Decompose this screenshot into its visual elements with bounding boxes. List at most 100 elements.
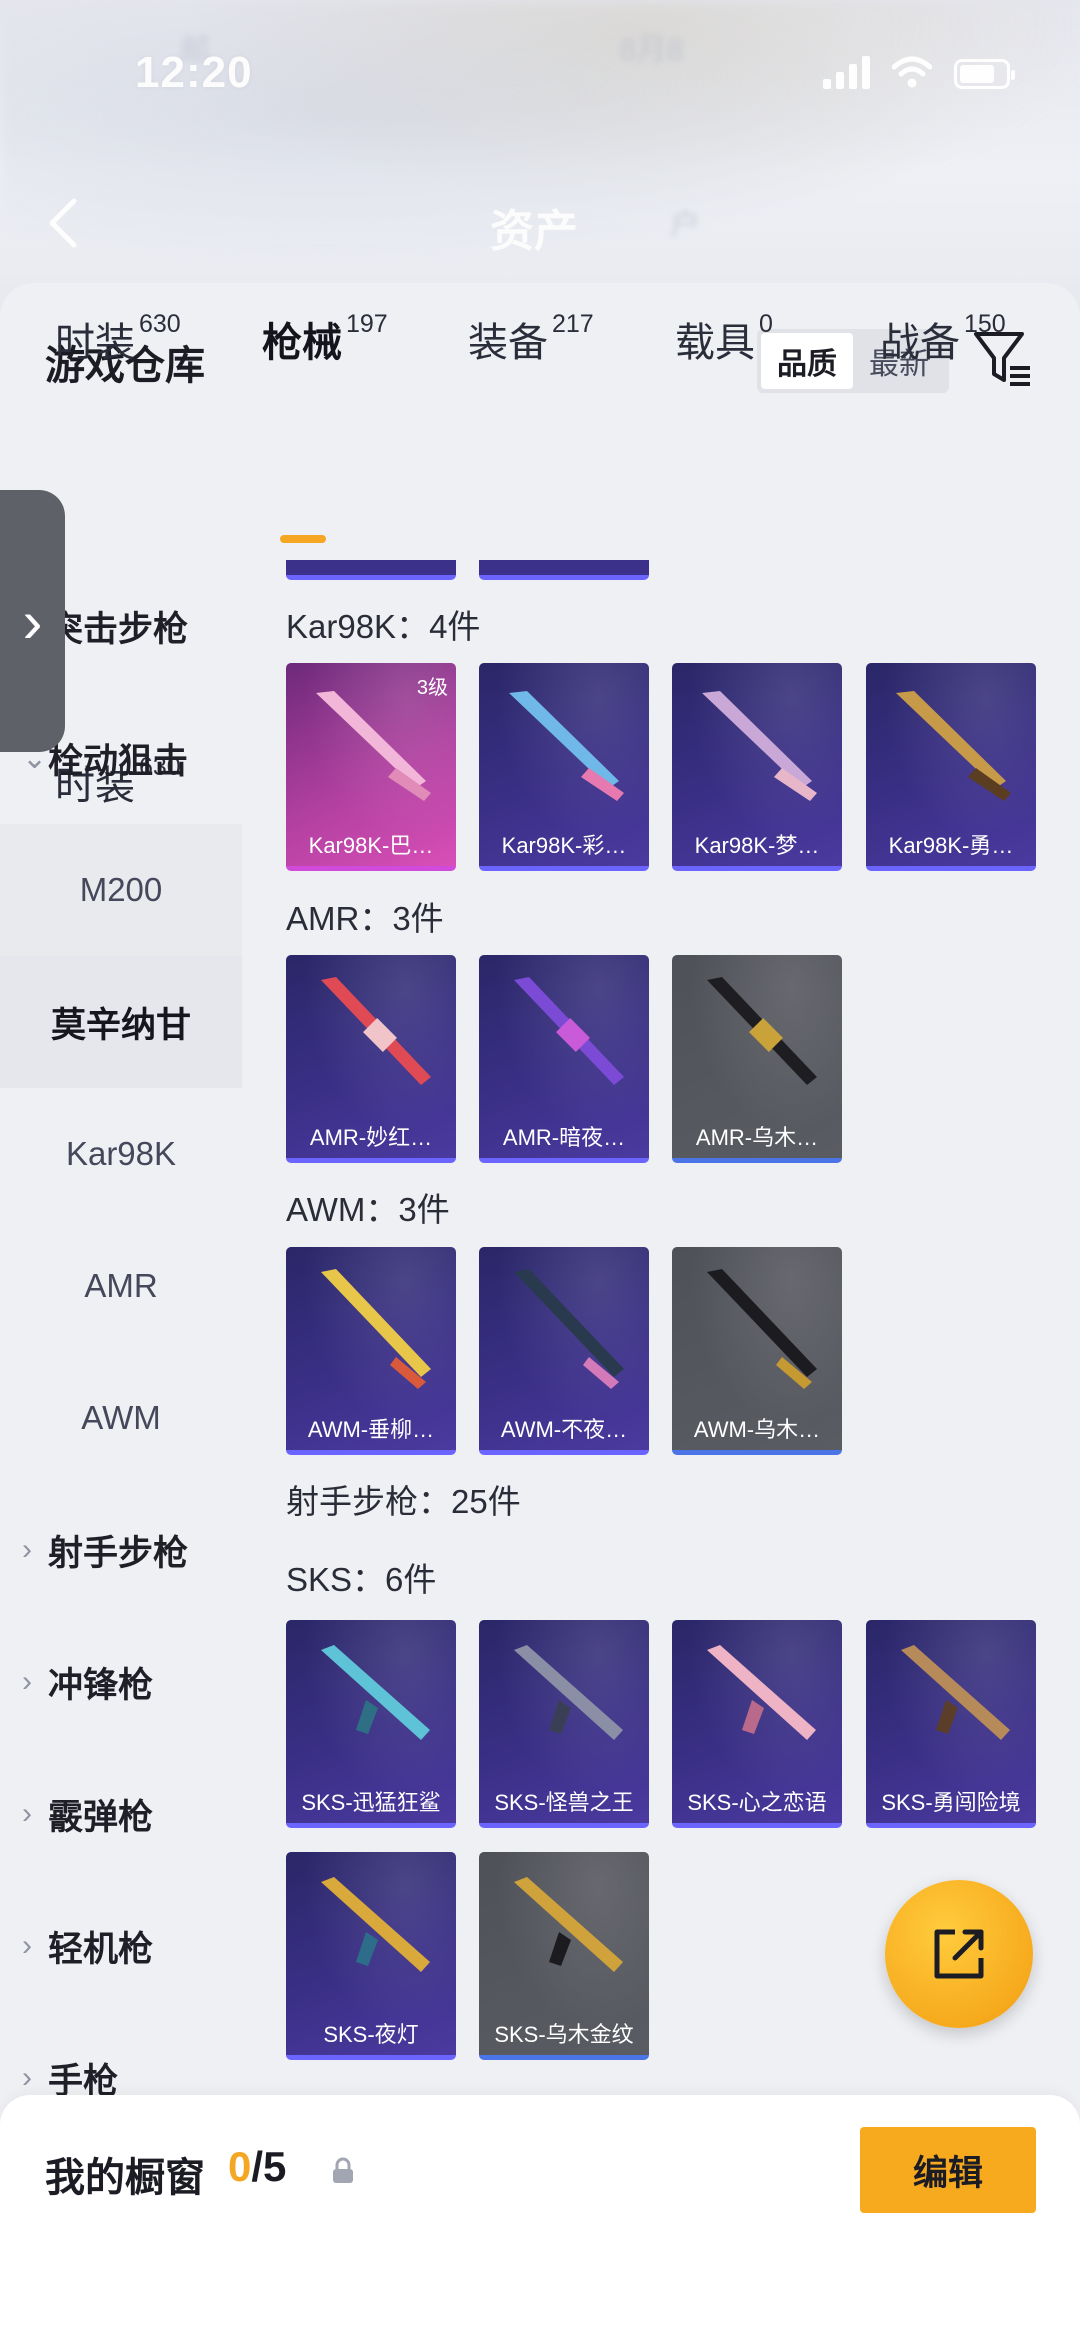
showcase-current-count: 0: [228, 2143, 252, 2190]
sidebar-item-label: 冲锋枪: [48, 1665, 154, 1705]
chevron-right-icon: ›: [22, 1797, 32, 1830]
card-name: AMR-乌木…: [695, 1125, 819, 1150]
sort-option-quality[interactable]: 品质: [761, 333, 853, 389]
wifi-icon: [892, 56, 932, 88]
tab-equipment[interactable]: 装备 217: [468, 310, 594, 368]
back-arrow-icon[interactable]: [42, 195, 82, 251]
external-link-icon: [934, 1929, 984, 1979]
tab-fashion[interactable]: 时装 630: [55, 310, 181, 368]
status-time: 12:20: [135, 48, 253, 97]
sidebar-item-mosin-nagant[interactable]: 莫辛纳甘: [0, 956, 242, 1088]
tab-supplies-count: 150: [964, 310, 1006, 338]
card-name: AWM-乌木…: [693, 1417, 821, 1442]
section-title-marksman: 射手步枪：25件: [286, 1483, 521, 1520]
tab-vehicles-label: 载具: [675, 321, 755, 365]
sidebar-item-shotgun[interactable]: › 霰弹枪: [0, 1748, 242, 1880]
chevron-right-icon: ›: [22, 2061, 32, 2094]
weapon-card-kar98k-3[interactable]: Kar98K-梦…: [672, 663, 842, 871]
weapon-card-kar98k-2[interactable]: Kar98K-彩…: [479, 663, 649, 871]
section-title-sks: SKS：6件: [286, 1561, 437, 1598]
page-title: 资产: [490, 207, 578, 256]
card-name: Kar98K-梦…: [694, 833, 820, 858]
card-name: Kar98K-彩…: [501, 833, 627, 858]
tab-firearms-count: 197: [346, 310, 388, 338]
card-name: Kar98K-巴…: [308, 833, 434, 858]
sidebar-collapse-handle[interactable]: ›: [0, 490, 65, 752]
chevron-right-icon: ›: [22, 587, 43, 655]
category-sidebar: ›突击步枪 ⌄栓动狙击 M200 莫辛纳甘 Kar98K AMR AWM ›射手…: [0, 560, 242, 2341]
weapon-card-sks-2[interactable]: SKS-怪兽之王: [479, 1620, 649, 1828]
sidebar-item-label: 栓动狙击: [48, 741, 189, 781]
edit-button[interactable]: 编辑: [860, 2127, 1036, 2213]
rifle-icon: [321, 1269, 431, 1389]
rifle-icon: [321, 1645, 430, 1740]
rifle-icon: [707, 977, 817, 1085]
sidebar-item-label: AMR: [84, 1267, 158, 1304]
weapon-card-sks-3[interactable]: SKS-心之恋语: [672, 1620, 842, 1828]
card-name: AWM-垂柳…: [307, 1417, 435, 1442]
sidebar-item-awm[interactable]: AWM: [0, 1352, 242, 1484]
weapon-card-kar98k-1[interactable]: 3级 Kar98K-巴…: [286, 663, 456, 871]
showcase-panel: 我的橱窗 0/5 编辑: [0, 2095, 1080, 2341]
chevron-right-icon: ›: [22, 1665, 32, 1698]
rifle-icon: [707, 1645, 816, 1740]
card-name: SKS-夜灯: [323, 2022, 419, 2047]
rifle-icon: [509, 691, 624, 801]
sidebar-item-label: M200: [79, 871, 163, 908]
rifle-icon: [702, 691, 817, 801]
rifle-icon: [321, 977, 431, 1085]
weapon-card-amr-3[interactable]: AMR-乌木…: [672, 955, 842, 1163]
tab-equipment-count: 217: [552, 310, 594, 338]
sidebar-item-label: 莫辛纳甘: [50, 1005, 191, 1045]
weapon-card-sks-4[interactable]: SKS-勇闯险境: [866, 1620, 1036, 1828]
sidebar-item-marksman-rifle[interactable]: › 射手步枪: [0, 1484, 242, 1616]
weapon-card-awm-2[interactable]: AWM-不夜…: [479, 1247, 649, 1455]
weapon-card-sks-5[interactable]: SKS-夜灯: [286, 1852, 456, 2060]
card-name: AMR-妙红…: [309, 1125, 433, 1150]
showcase-total-count: /5: [251, 2143, 287, 2190]
sidebar-item-amr[interactable]: AMR: [0, 1220, 242, 1352]
card-name: Kar98K-勇…: [888, 833, 1014, 858]
tab-firearms[interactable]: 枪械 197: [262, 310, 388, 368]
card-name: AWM-不夜…: [500, 1417, 628, 1442]
showcase-title: 我的橱窗: [45, 2156, 205, 2200]
sidebar-item-m200[interactable]: M200: [0, 824, 242, 956]
rifle-icon: [321, 1877, 430, 1972]
chevron-right-icon: ›: [22, 1929, 32, 1962]
sidebar-item-kar98k[interactable]: Kar98K: [0, 1088, 242, 1220]
battery-icon: [954, 59, 1015, 89]
showcase-count: 0/5: [228, 2143, 286, 2191]
sidebar-item-smg[interactable]: › 冲锋枪: [0, 1616, 242, 1748]
sidebar-item-label: Kar98K: [65, 1135, 177, 1172]
card-name: SKS-心之恋语: [687, 1790, 827, 1815]
rifle-icon: [707, 1269, 817, 1389]
card-name: SKS-怪兽之王: [494, 1790, 634, 1815]
tab-vehicles-count: 0: [759, 310, 773, 338]
top-header: 邮 8月8 户 12:20 资产: [0, 0, 1080, 285]
tab-supplies-label: 战备: [880, 321, 960, 365]
partial-card: [479, 560, 649, 580]
weapon-card-kar98k-4[interactable]: Kar98K-勇…: [866, 663, 1036, 871]
sidebar-item-label: 霰弹枪: [48, 1797, 154, 1837]
rifle-icon: [901, 1645, 1010, 1740]
weapon-card-awm-1[interactable]: AWM-垂柳…: [286, 1247, 456, 1455]
tab-supplies[interactable]: 战备 150: [880, 310, 1006, 368]
sidebar-item-label: 射手步枪: [48, 1533, 189, 1573]
weapon-card-sks-6[interactable]: SKS-乌木金纹: [479, 1852, 649, 2060]
weapon-card-amr-1[interactable]: AMR-妙红…: [286, 955, 456, 1163]
weapon-card-sks-1[interactable]: SKS-迅猛狂鲨: [286, 1620, 456, 1828]
lock-icon[interactable]: [330, 2157, 356, 2185]
section-title-kar98k: Kar98K：4件: [286, 608, 481, 645]
tab-equipment-label: 装备: [468, 321, 548, 365]
chevron-right-icon: ›: [22, 1533, 32, 1566]
weapon-card-amr-2[interactable]: AMR-暗夜…: [479, 955, 649, 1163]
sidebar-item-lmg[interactable]: › 轻机枪: [0, 1880, 242, 2012]
tab-vehicles[interactable]: 载具 0: [675, 310, 773, 368]
sidebar-item-label: AWM: [81, 1399, 161, 1436]
weapon-card-awm-3[interactable]: AWM-乌木…: [672, 1247, 842, 1455]
section-title-amr: AMR：3件: [286, 900, 444, 937]
partial-card: [286, 560, 456, 580]
rifle-icon: [514, 1877, 623, 1972]
share-fab-button[interactable]: [885, 1880, 1033, 2028]
card-name: SKS-迅猛狂鲨: [301, 1790, 441, 1815]
